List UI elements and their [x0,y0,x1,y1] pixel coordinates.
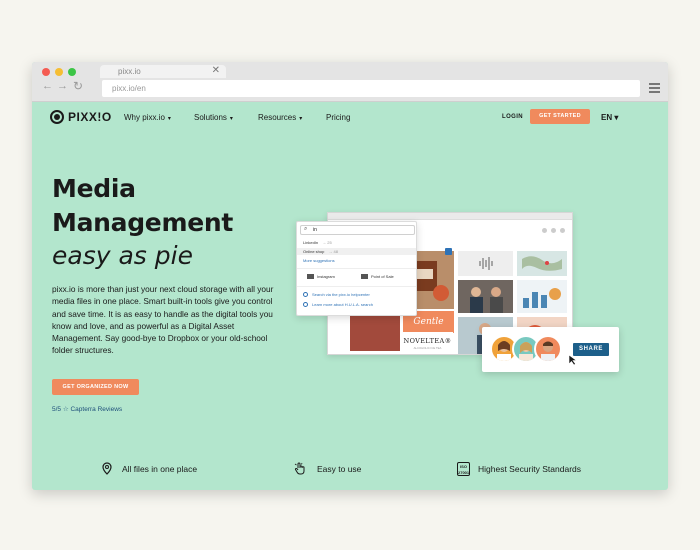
tag-label: Instagram [317,274,335,279]
noveltea-tile: NOVELTEA® ALCOHOLIC ICE TEA [402,332,453,354]
helpcenter-label: Search via the pixx.io helpcenter [312,292,370,297]
reload-icon[interactable]: ↻ [73,79,83,93]
app-dot [560,228,565,233]
tab-close-icon[interactable]: ✕ [212,65,220,76]
get-organized-button[interactable]: GET ORGANIZED NOW [52,379,139,395]
nav-link-label: Why pixx.io [124,113,165,122]
feature-security: ISO 27001 Highest Security Standards [457,462,581,476]
noveltea-title: NOVELTEA® [403,337,452,345]
avatar [534,335,562,363]
tab-title: pixx.io [118,67,141,76]
nav-resources[interactable]: Resources ▾ [258,113,302,122]
hero-title-line1: Media [52,174,136,203]
feature-all-files: All files in one place [102,462,197,475]
app-dot [551,228,556,233]
feature-easy-to-use: Easy to use [294,462,361,475]
tag-icon [307,274,314,279]
browser-tab[interactable]: pixx.io ✕ [100,65,226,78]
browser-chrome: pixx.io ✕ ← → ↻ pixx.io/en [32,62,668,102]
info-icon [303,302,308,307]
browser-menu-icon[interactable] [649,83,660,95]
hand-pointer-icon [294,462,305,475]
tag-instagram[interactable]: Instagram [307,274,335,279]
chevron-down-icon: ▾ [299,116,303,122]
hero-title-line3: easy as pie [52,241,193,270]
search-input[interactable]: ⌕ in [300,225,415,235]
browser-window: pixx.io ✕ ← → ↻ pixx.io/en PIXX!O Why pi… [32,62,668,490]
thumbnail-people [458,280,513,313]
thumbnail-audio [458,251,513,276]
hula-label: Learn more about H.U.L.A. search [312,302,373,307]
address-bar[interactable]: pixx.io/en [102,80,640,97]
close-window-dot[interactable] [42,68,50,76]
helpcenter-link[interactable]: Search via the pixx.io helpcenter [303,292,370,297]
nav-link-label: Solutions [194,113,227,122]
logo-text: PIXX!O [68,110,112,124]
search-query: in [313,227,317,233]
suggestion-label: Online shop [303,249,325,254]
logo-mark-icon [50,110,64,124]
forward-arrow-icon[interactable]: → [57,80,68,92]
maximize-window-dot[interactable] [68,68,76,76]
hero-title-line2: Management [52,208,234,237]
location-pin-icon [102,462,112,475]
nav-pricing[interactable]: Pricing [326,113,350,122]
divider [297,286,416,287]
tag-label: Point of Sale [371,274,394,279]
chevron-down-icon: ▾ [167,116,171,122]
back-arrow-icon[interactable]: ← [42,80,53,92]
suggestion-count: → 48 [328,249,338,254]
thumbnail-map [517,251,567,276]
nav-link-label: Pricing [326,113,351,122]
thumbnail-red [350,313,400,351]
iso-badge-icon: ISO 27001 [457,462,470,476]
share-card: SHARE [482,327,619,372]
nav-why-pixxio[interactable]: Why pixx.io ▾ [124,113,171,122]
selected-check-icon [445,248,452,255]
app-dot [542,228,547,233]
hero-description: pixx.io is more than just your next clou… [52,284,274,356]
login-link[interactable]: LOGIN [502,114,523,120]
more-suggestions-link[interactable]: More suggestions [303,258,335,263]
suggestion-count: → 25 [322,240,332,245]
get-started-button[interactable]: GET STARTED [530,109,590,124]
hula-search-link[interactable]: Learn more about H.U.L.A. search [303,302,373,307]
tag-point-of-sale[interactable]: Point of Sale [361,274,394,279]
share-button[interactable]: SHARE [573,343,609,356]
pixxio-logo[interactable]: PIXX!O [50,110,112,124]
search-suggestion[interactable]: LinkedIn → 25 [303,240,332,245]
search-popup: ⌕ in LinkedIn → 25 Online shop → 48 More s… [296,221,417,316]
capterra-reviews-link[interactable]: 5/5 ☆ Capterra Reviews [52,405,122,413]
feature-label: Highest Security Standards [478,464,581,474]
info-icon [303,292,308,297]
language-selector[interactable]: EN ▾ [601,113,618,122]
divider [297,268,416,269]
noveltea-subtitle: ALCOHOLIC ICE TEA [413,346,442,350]
minimize-window-dot[interactable] [55,68,63,76]
chevron-down-icon: ▾ [229,116,233,122]
site-navbar: PIXX!O Why pixx.io ▾ Solutions ▾ Resources… [32,102,668,132]
feature-label: Easy to use [317,463,362,474]
feature-label: All files in one place [122,463,198,474]
nav-link-label: Resources [258,113,297,122]
search-suggestion-highlighted[interactable]: Online shop → 48 [297,248,416,255]
tag-icon [361,274,368,279]
search-icon: ⌕ [304,226,308,232]
thumbnail-chart [517,280,567,313]
suggestion-label: LinkedIn [303,240,319,245]
mouse-cursor-icon [568,354,578,366]
nav-solutions[interactable]: Solutions ▾ [194,113,233,122]
app-preview-titlebar [328,213,572,220]
